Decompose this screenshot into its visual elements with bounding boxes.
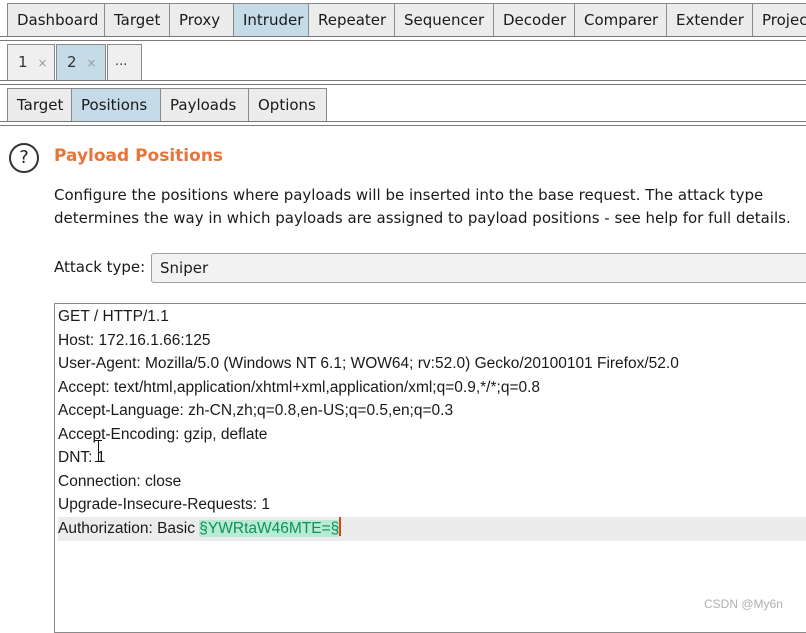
attack-tab-bar: 1 × 2 × ... — [0, 42, 806, 80]
divider — [0, 84, 806, 85]
new-attack-tab[interactable]: ... — [107, 44, 142, 80]
attack-type-select[interactable]: Sniper — [151, 253, 806, 283]
attack-type-label: Attack type: — [54, 258, 146, 276]
request-line-authorization: Authorization: Basic §YWRtaW46MTE=§ — [58, 517, 806, 541]
auth-prefix: Authorization: Basic — [58, 520, 200, 537]
section-title: Payload Positions — [54, 146, 224, 166]
request-editor[interactable]: GET / HTTP/1.1 Host: 172.16.1.66:125 Use… — [54, 303, 806, 633]
tab-options[interactable]: Options — [248, 88, 327, 121]
tab-dashboard[interactable]: Dashboard — [7, 3, 105, 36]
divider — [0, 125, 806, 126]
divider — [0, 40, 806, 41]
request-line: Accept-Encoding: gzip, deflate — [58, 425, 268, 443]
divider — [0, 121, 806, 122]
request-line: Upgrade-Insecure-Requests: 1 — [58, 496, 270, 513]
main-tab-bar: Dashboard Target Proxy Intruder Repeater… — [0, 3, 806, 36]
payload-position-marker[interactable]: §YWRtaW46MTE=§ — [199, 520, 340, 537]
tab-comparer[interactable]: Comparer — [574, 3, 667, 36]
attack-tab-1[interactable]: 1 × — [7, 44, 55, 80]
close-icon[interactable]: × — [87, 56, 97, 70]
request-line: Accept-Language: zh-CN,zh;q=0.8,en-US;q=… — [58, 402, 454, 419]
attack-tab-label: 2 — [67, 53, 77, 71]
tab-positions[interactable]: Positions — [71, 88, 161, 121]
request-line: GET / HTTP/1.1 — [58, 308, 169, 325]
intruder-tab-bar: Target Positions Payloads Options — [0, 88, 806, 121]
watermark: CSDN @My6n — [704, 597, 783, 611]
attack-tab-2[interactable]: 2 × — [56, 44, 106, 80]
tab-decoder[interactable]: Decoder — [493, 3, 575, 36]
request-line: Host: 172.16.1.66:125 — [58, 331, 211, 349]
tab-payloads[interactable]: Payloads — [160, 88, 249, 121]
tab-project[interactable]: Project — [752, 3, 806, 36]
attack-tab-label: 1 — [18, 53, 28, 71]
section-description: Configure the positions where payloads w… — [54, 186, 791, 227]
text-caret — [339, 517, 342, 536]
request-line: Accept: text/html,application/xhtml+xml,… — [58, 378, 541, 396]
tab-intruder[interactable]: Intruder — [233, 3, 309, 36]
divider — [0, 80, 806, 81]
mouse-text-cursor-icon — [95, 440, 102, 462]
close-icon[interactable]: × — [38, 56, 48, 70]
tab-intruder-target[interactable]: Target — [7, 88, 72, 121]
tab-extender[interactable]: Extender — [666, 3, 753, 36]
tab-target[interactable]: Target — [104, 3, 170, 36]
tab-sequencer[interactable]: Sequencer — [394, 3, 494, 36]
question-mark-icon[interactable]: ? — [9, 143, 39, 173]
tab-proxy[interactable]: Proxy — [169, 3, 234, 36]
divider — [0, 36, 806, 37]
request-line: User-Agent: Mozilla/5.0 (Windows NT 6.1;… — [58, 355, 679, 372]
tab-repeater[interactable]: Repeater — [308, 3, 395, 36]
request-line: Connection: close — [58, 472, 182, 490]
